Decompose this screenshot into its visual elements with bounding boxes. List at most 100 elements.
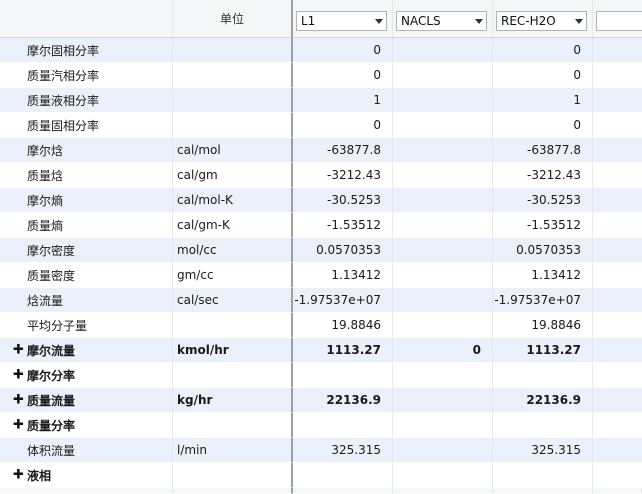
value-cell [493,413,593,438]
unit-text: kg/hr [177,393,213,407]
table-row-partial [393,488,493,494]
value-cell: 19.8846 [293,313,393,338]
property-name: 质量汽相分率 [27,68,100,83]
unit-cell [173,38,293,63]
value-cell [493,463,593,488]
value-text: -1.53512 [527,218,581,232]
stream-select-l1[interactable]: L1 [296,11,387,31]
property-name: 摩尔分率 [27,368,76,383]
property-name-cell[interactable]: ✚ 质量流量 [0,388,173,413]
property-name-cell[interactable]: ✚ 摩尔分率 [0,363,173,388]
unit-text: cal/gm [177,168,218,182]
property-name-cell[interactable]: ✚ 摩尔流量 [0,338,173,363]
plus-icon[interactable]: ✚ [13,343,24,358]
property-name-cell[interactable]: ✚ 液相 [0,463,173,488]
value-text: 0 [373,118,381,132]
value-text: 0.0570353 [516,243,581,257]
value-cell: 0 [493,38,593,63]
value-text: 19.8846 [531,318,581,332]
plus-icon[interactable]: ✚ [13,368,24,383]
unit-column-label: 单位 [219,12,244,26]
property-name: 液相 [27,468,52,483]
property-name: 焓流量 [27,293,64,308]
value-text: 325.315 [331,443,381,457]
stream-select-rec-h2o[interactable]: REC-H2O [496,11,587,31]
value-cell: 0 [293,38,393,63]
value-cell: 1 [493,88,593,113]
value-cell-extra [593,438,642,463]
property-name: 质量液相分率 [27,93,100,108]
value-cell-extra [593,338,642,363]
property-name-cell: 摩尔熵 [0,188,173,213]
value-cell [393,413,493,438]
value-cell-extra [593,288,642,313]
value-cell: 0 [493,63,593,88]
value-cell-extra [593,63,642,88]
value-cell-extra [593,463,642,488]
value-cell [393,188,493,213]
property-name: 体积流量 [27,443,76,458]
value-text: -30.5253 [327,193,381,207]
value-text: -1.97537e+07 [294,293,381,307]
value-cell-extra [593,188,642,213]
value-cell: -30.5253 [493,188,593,213]
value-cell [393,88,493,113]
unit-cell: cal/gm [173,163,293,188]
unit-text: gm/cc [177,268,214,282]
value-cell [393,213,493,238]
plus-icon[interactable]: ✚ [13,418,24,433]
value-cell-extra [593,263,642,288]
value-cell: 1 [293,88,393,113]
unit-cell: cal/sec [173,288,293,313]
value-cell-extra [593,213,642,238]
value-text: -63877.8 [327,143,381,157]
unit-cell: kmol/hr [173,338,293,363]
value-text: 325.315 [531,443,581,457]
value-text: 0 [472,343,481,357]
value-cell: -63877.8 [293,138,393,163]
stream-column-extra [593,0,642,38]
value-cell: -3212.43 [493,163,593,188]
property-name-cell: 焓流量 [0,288,173,313]
value-cell: -1.53512 [293,213,393,238]
property-name-cell: 摩尔焓 [0,138,173,163]
value-text: 0 [573,68,581,82]
unit-cell: mol/cc [173,238,293,263]
chevron-down-icon [475,19,483,24]
property-name: 质量流量 [27,393,76,408]
property-name-cell: 摩尔密度 [0,238,173,263]
property-column-header [0,0,173,38]
value-cell: 1113.27 [293,338,393,363]
value-cell: 1.13412 [293,263,393,288]
value-cell [393,163,493,188]
value-cell: 325.315 [493,438,593,463]
value-cell-extra [593,413,642,438]
value-text: 1.13412 [331,268,381,282]
property-name-cell[interactable]: ✚ 质量分率 [0,413,173,438]
unit-cell [173,313,293,338]
property-name-cell: 质量焓 [0,163,173,188]
value-cell: -1.97537e+07 [293,288,393,313]
value-cell: 0 [393,338,493,363]
property-name: 质量密度 [27,268,76,283]
stream-select-nacls[interactable]: NACLS [396,11,487,31]
property-name-cell: 质量汽相分率 [0,63,173,88]
value-cell [293,463,393,488]
unit-cell [173,63,293,88]
table-row-partial [0,488,173,494]
property-name: 质量焓 [27,168,64,183]
unit-cell: cal/gm-K [173,213,293,238]
value-text: 0.0570353 [316,243,381,257]
value-cell [393,263,493,288]
table-row-partial [493,488,593,494]
property-name-cell: 质量熵 [0,213,173,238]
value-text: -1.97537e+07 [494,293,581,307]
stream-select-extra[interactable] [596,11,642,31]
value-cell [293,413,393,438]
plus-icon[interactable]: ✚ [13,468,24,483]
unit-text: mol/cc [177,243,217,257]
stream-column-l1: L1 [293,0,393,38]
plus-icon[interactable]: ✚ [13,393,24,408]
stream-select-nacls-value: NACLS [401,14,441,28]
value-text: 0 [373,43,381,57]
